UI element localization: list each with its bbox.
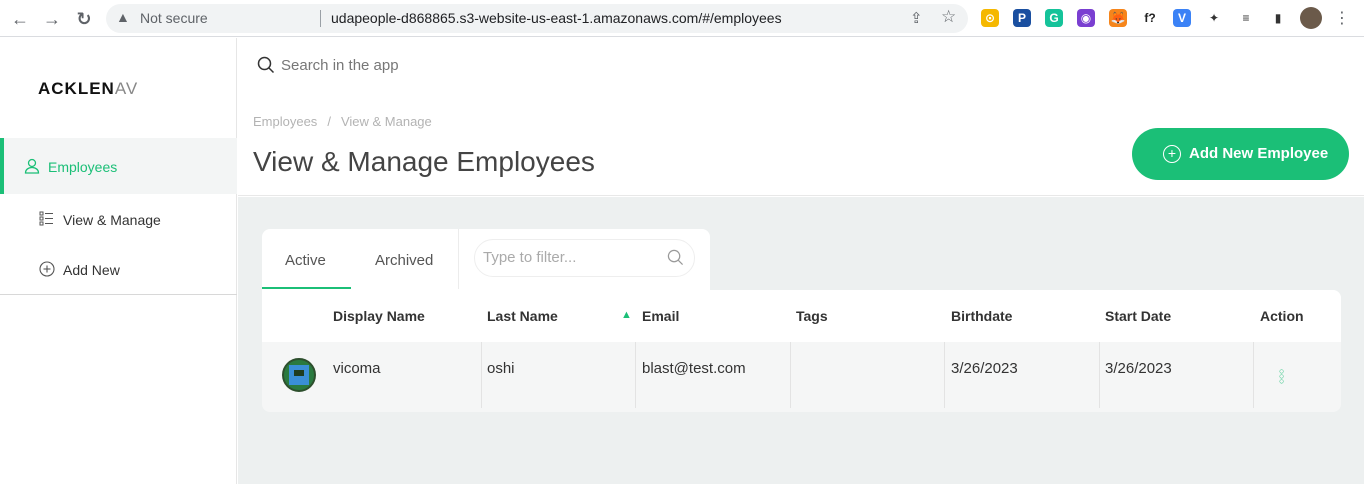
user-icon [24, 158, 40, 178]
sidebar-item-add-new[interactable]: Add New [0, 250, 237, 290]
search-icon[interactable] [667, 249, 684, 271]
add-new-employee-button[interactable]: + Add New Employee [1132, 128, 1349, 180]
cell-display-name: vicoma [333, 360, 381, 377]
puzzle-icon[interactable]: ✦ [1205, 9, 1223, 27]
tab-active[interactable]: Active [262, 229, 351, 289]
search-icon [257, 56, 275, 79]
share-icon[interactable]: ⇪ [910, 9, 923, 27]
breadcrumb-separator: / [327, 114, 331, 129]
breadcrumb-item[interactable]: Employees [253, 114, 317, 129]
plus-circle-icon [39, 261, 55, 280]
column-header-action: Action [1260, 308, 1304, 324]
column-header-last-name[interactable]: Last Name [487, 308, 558, 324]
avatar [282, 358, 316, 392]
tab-label: Archived [375, 252, 434, 269]
sidebar-item-label: Add New [63, 262, 120, 278]
breadcrumb-item[interactable]: View & Manage [341, 114, 432, 129]
page-title: View & Manage Employees [253, 146, 595, 177]
tab-label: Active [285, 252, 326, 269]
column-header-start-date[interactable]: Start Date [1105, 308, 1171, 324]
cell-last-name: oshi [487, 360, 515, 377]
column-header-tags[interactable]: Tags [796, 308, 828, 324]
metamask-icon[interactable]: 🦊 [1109, 9, 1127, 27]
column-header-display-name[interactable]: Display Name [333, 308, 425, 324]
grammarly-icon[interactable]: G [1045, 9, 1063, 27]
font-finder-icon[interactable]: f? [1141, 9, 1159, 27]
column-header-birthdate[interactable]: Birthdate [951, 308, 1012, 324]
shield-v-icon[interactable]: V [1173, 9, 1191, 27]
tab-divider [458, 229, 459, 289]
cell-start-date: 3/26/2023 [1105, 360, 1172, 377]
row-actions-menu-icon[interactable]: ○ ○ ○ [1279, 367, 1284, 386]
list-icon [39, 211, 54, 229]
reload-icon[interactable]: ↻ [73, 8, 95, 30]
table-row[interactable]: vicoma oshi blast@test.com 3/26/2023 3/2… [262, 342, 1341, 412]
sidebar-item-label: View & Manage [63, 212, 161, 228]
color-picker-icon[interactable]: ◉ [1077, 9, 1095, 27]
logo-text-fade: AV [114, 79, 139, 98]
warning-icon: ▲ [116, 9, 130, 25]
address-divider [320, 10, 321, 27]
compass-extension-icon[interactable]: ⊙ [981, 9, 999, 27]
search-input[interactable]: Search in the app [281, 57, 399, 74]
cell-birthdate: 3/26/2023 [951, 360, 1018, 377]
profile-avatar[interactable] [1300, 7, 1322, 29]
sidebar: ACKLENAV Employees View & Manage Add New [0, 38, 237, 484]
tab-archived[interactable]: Archived [351, 229, 458, 289]
employees-table: Display Name Last Name ▲ Email Tags Birt… [262, 290, 1341, 412]
add-button-label: Add New Employee [1189, 145, 1329, 162]
chrome-menu-icon[interactable]: ⋮ [1331, 8, 1353, 30]
sidebar-item-view-manage[interactable]: View & Manage [0, 200, 237, 240]
acklen-logo[interactable]: ACKLENAV [38, 79, 138, 99]
filter-placeholder: Type to filter... [483, 249, 577, 266]
logo-text: ACKLEN [38, 79, 115, 98]
table-header: Display Name Last Name ▲ Email Tags Birt… [262, 290, 1341, 342]
sidebar-item-label: Employees [48, 159, 118, 175]
bookmark-star-icon[interactable]: ☆ [941, 7, 956, 27]
sidebar-divider [0, 294, 237, 295]
app-search[interactable]: Search in the app [238, 38, 1364, 94]
column-header-email[interactable]: Email [642, 308, 679, 324]
sort-ascending-icon[interactable]: ▲ [621, 309, 632, 321]
side-panel-icon[interactable]: ▮ [1269, 9, 1287, 27]
cell-email: blast@test.com [642, 360, 746, 377]
security-label[interactable]: Not secure [140, 10, 208, 26]
address-bar[interactable]: ▲ Not secure udapeople-d868865.s3-websit… [106, 4, 968, 33]
forward-arrow-icon[interactable]: → [41, 8, 63, 30]
sidebar-item-employees[interactable]: Employees [0, 138, 237, 194]
tabs-bar: Active Archived Type to filter... [262, 229, 710, 291]
page-header: Employees / View & Manage View & Manage Em… [238, 104, 1364, 196]
main-content: Active Archived Type to filter... Displa… [238, 197, 1364, 484]
media-control-icon[interactable]: ≡ [1237, 9, 1255, 27]
browser-toolbar: ← → ↻ ▲ Not secure udapeople-d868865.s3-… [0, 0, 1364, 37]
p-extension-icon[interactable]: P [1013, 9, 1031, 27]
filter-input[interactable]: Type to filter... [474, 239, 695, 277]
back-arrow-icon[interactable]: ← [9, 8, 31, 30]
url-text[interactable]: udapeople-d868865.s3-website-us-east-1.a… [331, 10, 782, 26]
plus-circle-icon: + [1163, 145, 1181, 163]
breadcrumb: Employees / View & Manage [253, 114, 432, 129]
